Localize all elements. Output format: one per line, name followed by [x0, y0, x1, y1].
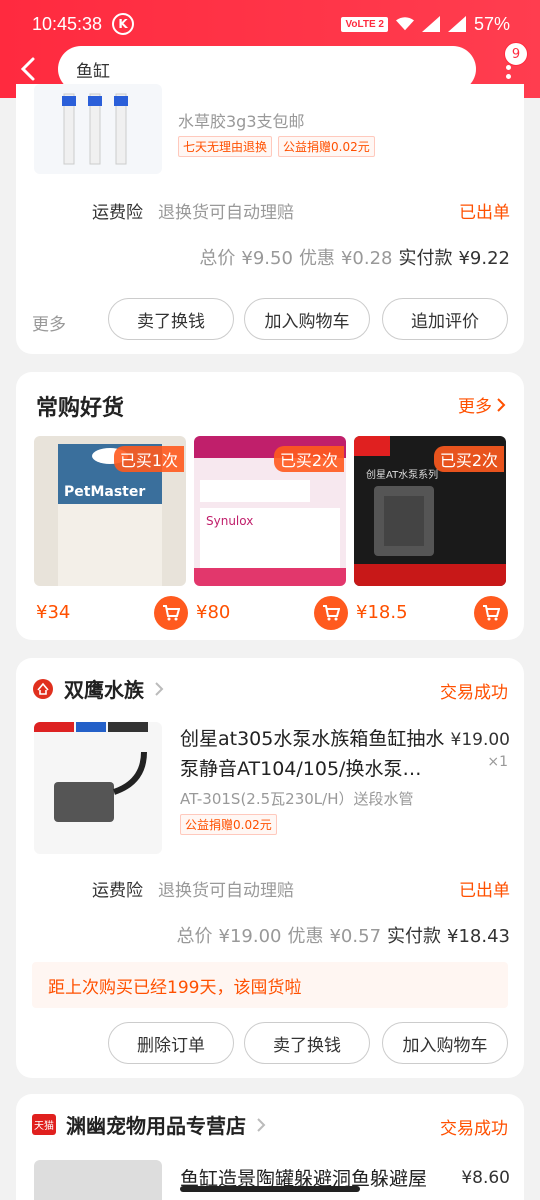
discount-label: 优惠 — [298, 248, 335, 269]
add-to-cart-button[interactable]: 加入购物车 — [244, 298, 370, 340]
charity-tag-wrap: 公益捐赠0.02元 — [180, 814, 283, 835]
order-status: 交易成功 — [440, 683, 508, 703]
price-summary: 总价 ¥19.00 优惠 ¥0.57 实付款 ¥18.43 — [177, 922, 511, 948]
total-label: 总价 — [199, 248, 236, 269]
frequent-item-image-1[interactable]: PetMaster 已买1次 — [34, 436, 186, 586]
frequent-item-brand-3: 创星AT水泵系列 — [366, 470, 439, 481]
discount-value: ¥0.57 — [329, 926, 382, 947]
chevron-right-icon — [155, 681, 164, 696]
k-icon: K — [112, 13, 135, 35]
order-card-1: 水草胶3g3支包邮 七天无理由退换 公益捐赠0.02元 运费险 退换货可自动理赔 … — [16, 84, 524, 354]
paid-label: 实付款 — [398, 248, 453, 269]
frequent-item-price-2: ¥80 — [196, 602, 231, 623]
product-image[interactable] — [34, 84, 162, 174]
frequent-item-price-3: ¥18.5 — [356, 602, 408, 623]
wifi-icon — [395, 17, 414, 31]
chevron-right-icon — [257, 1117, 266, 1132]
sell-button[interactable]: 卖了换钱 — [108, 298, 234, 340]
discount-value: ¥0.28 — [340, 248, 393, 269]
tmall-icon: 天猫 — [32, 1114, 56, 1135]
bought-count-tag: 已买2次 — [433, 446, 504, 472]
order-status: 交易成功 — [440, 1119, 508, 1139]
product-title[interactable]: 创星at305水泵水族箱鱼缸抽水泵静音AT104/105/换水泵… — [180, 724, 450, 784]
battery-level: 57% — [473, 13, 510, 34]
bought-count-tag: 已买1次 — [113, 446, 184, 472]
order-card-3: 天猫 渊幽宠物用品专营店 交易成功 鱼缸造景陶罐躲避洞鱼躲避屋 ¥8.60 — [16, 1094, 524, 1200]
shop-header[interactable]: 双鹰水族 — [32, 674, 164, 703]
total-value: ¥9.50 — [241, 248, 293, 269]
price-summary: 总价 ¥9.50 优惠 ¥0.28 实付款 ¥9.22 — [199, 244, 510, 270]
paid-label: 实付款 — [387, 926, 442, 947]
signal-icon — [421, 16, 440, 32]
message-count-badge: 9 — [504, 42, 528, 66]
product-title[interactable]: 水草胶3g3支包邮 — [178, 108, 305, 132]
product-image[interactable] — [34, 1160, 162, 1200]
product-qty: ×1 — [487, 754, 508, 770]
signal-icon-2 — [447, 16, 466, 32]
frequent-item-image-3[interactable]: 创星AT水泵系列 已买2次 — [354, 436, 506, 586]
add-to-cart-button[interactable]: 加入购物车 — [382, 1022, 508, 1064]
status-bar: 10:45:38 K VoLTE 2 57% — [32, 10, 510, 38]
bought-count-tag: 已买2次 — [273, 446, 344, 472]
more-link[interactable]: 更多 — [458, 392, 506, 417]
shipping-insurance-desc: 退换货可自动理赔 — [158, 203, 294, 223]
order-card-2: 双鹰水族 交易成功 创星at305水泵水族箱鱼缸抽水泵静音AT104/105/换… — [16, 658, 524, 1078]
shop-icon — [33, 678, 53, 699]
insurance-status: 已出单 — [459, 881, 510, 901]
discount-label: 优惠 — [287, 926, 324, 947]
home-indicator[interactable] — [180, 1186, 360, 1192]
insurance-status: 已出单 — [459, 203, 510, 223]
frequent-card: 常购好货 更多 PetMaster 已买1次 ¥34 Synulox 已买2次 … — [16, 372, 524, 640]
product-image[interactable] — [34, 722, 162, 854]
product-price: ¥8.60 — [461, 1168, 510, 1188]
restock-reminder-text: 距上次购买已经199天，该囤货啦 — [48, 977, 302, 998]
paid-value: ¥9.22 — [458, 248, 510, 269]
shop-header[interactable]: 天猫 渊幽宠物用品专营店 — [32, 1110, 266, 1139]
paid-value: ¥18.43 — [447, 926, 510, 947]
service-tags: 七天无理由退换 公益捐赠0.02元 — [178, 136, 381, 157]
total-label: 总价 — [176, 926, 213, 947]
more-label: 更多 — [458, 397, 492, 417]
sell-button[interactable]: 卖了换钱 — [244, 1022, 370, 1064]
add-review-button[interactable]: 追加评价 — [382, 298, 508, 340]
charity-tag: 公益捐赠0.02元 — [278, 136, 375, 157]
frequent-item-price-1: ¥34 — [36, 602, 71, 623]
shop-name: 双鹰水族 — [64, 678, 144, 702]
back-icon[interactable] — [14, 54, 44, 84]
add-cart-icon[interactable] — [474, 596, 508, 630]
add-cart-icon[interactable] — [154, 596, 188, 630]
more-actions[interactable]: 更多 — [32, 310, 66, 335]
status-time: 10:45:38 — [32, 13, 103, 34]
return-tag: 七天无理由退换 — [178, 136, 273, 157]
status-icons: VoLTE 2 57% — [341, 14, 510, 35]
volte-badge: VoLTE 2 — [341, 16, 388, 32]
total-value: ¥19.00 — [218, 926, 282, 947]
shipping-insurance-desc: 退换货可自动理赔 — [158, 881, 294, 901]
add-cart-icon[interactable] — [314, 596, 348, 630]
chevron-right-icon — [497, 397, 506, 412]
frequent-item-brand-2: Synulox — [206, 514, 254, 528]
delete-order-button[interactable]: 删除订单 — [108, 1022, 234, 1064]
shipping-insurance-label: 运费险 — [92, 203, 143, 223]
shipping-insurance-label: 运费险 — [92, 881, 143, 901]
product-spec: AT-301S(2.5瓦230L/H）送段水管 — [180, 790, 414, 808]
section-title: 常购好货 — [36, 396, 125, 421]
frequent-item-image-2[interactable]: Synulox 已买2次 — [194, 436, 346, 586]
restock-reminder[interactable]: 距上次购买已经199天，该囤货啦 — [32, 962, 508, 1008]
frequent-item-brand-1: PetMaster — [64, 484, 146, 500]
charity-tag: 公益捐赠0.02元 — [180, 814, 277, 835]
product-price: ¥19.00 — [450, 730, 510, 750]
shop-name: 渊幽宠物用品专营店 — [66, 1114, 246, 1138]
